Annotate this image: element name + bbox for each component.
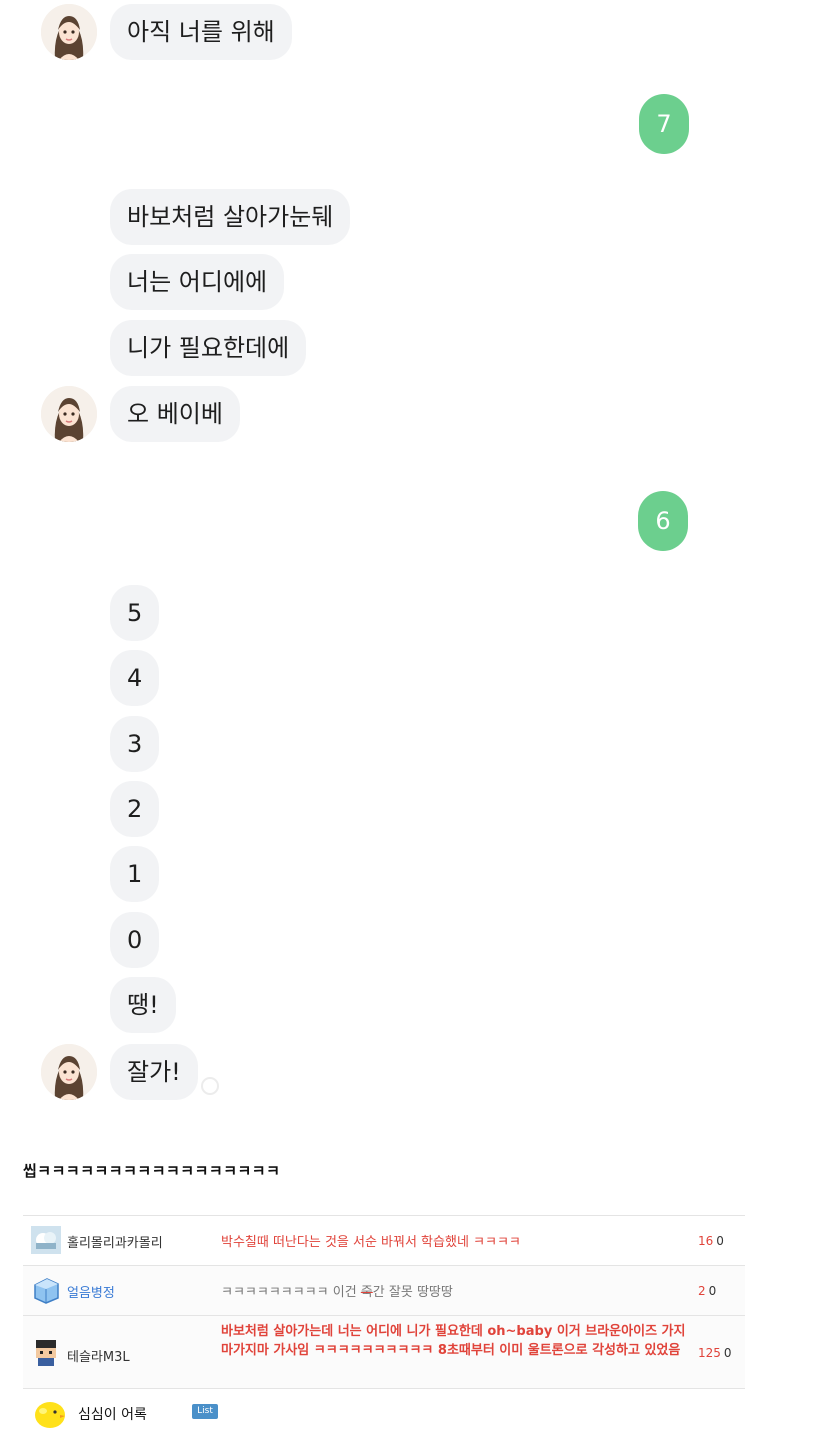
comment-count: 0 [716,1234,724,1248]
comment-count: 0 [708,1284,717,1298]
comment-list: 홀리몰리과카몰리 박수칠때 떠난다는 것을 서순 바꿔서 학습했네 ㅋㅋㅋㅋ 1… [23,1215,745,1389]
comment-text-part: 간 잘못 땅땅땅 [372,1285,453,1300]
list-badge[interactable]: List [192,1404,218,1419]
comment-score-value: 125 [698,1346,721,1360]
comment-row: 테슬라M3L 바보처럼 살아가는데 너는 어디에 니가 필요한데 oh~baby… [23,1315,745,1389]
comment-text-part: ㅋㅋㅋㅋㅋㅋㅋㅋㅋ 이건 [221,1285,361,1300]
comment-score: 16 0 [698,1234,724,1248]
bot-avatar[interactable] [41,386,97,442]
message-bubble: 잘가! [110,1044,198,1100]
post-caption: 씹ㅋㅋㅋㅋㅋㅋㅋㅋㅋㅋㅋㅋㅋㅋㅋㅋㅋ [23,1162,281,1180]
message-bubble: 바보처럼 살아가눈뒈 [110,189,351,245]
comment-score: 20 [698,1284,716,1298]
message-bubble: 땡! [110,977,176,1033]
comment-author[interactable]: 테슬라M3L [67,1346,130,1365]
bot-avatar[interactable] [41,1044,97,1100]
message-bubble: 2 [110,781,160,837]
comment-author[interactable]: 얼음병정 [67,1282,115,1301]
comment-text: 바보처럼 살아가는데 너는 어디에 니가 필요한데 oh~baby 이거 브라운… [221,1324,686,1358]
comment-row: 얼음병정 ㅋㅋㅋㅋㅋㅋㅋㅋㅋ 이건 죽간 잘못 땅땅땅 20 [23,1265,745,1315]
message-bubble: 오 베이베 [110,386,240,442]
board-link[interactable]: 심심이 어록 List [33,1397,333,1431]
board-link-label: 심심이 어록 [78,1407,147,1423]
message-bubble: 너는 어디에에 [110,254,285,310]
message-bubble: 0 [110,912,160,968]
my-message-bubble: 6 [638,491,688,551]
message-bubble: 아직 너를 위해 [110,4,292,60]
comment-text: 박수칠때 떠난다는 것을 서순 바꿔서 학습했네 ㅋㅋㅋㅋ [221,1235,521,1250]
bot-avatar[interactable] [41,4,97,60]
cloud-avatar-icon [31,1226,61,1254]
message-bubble: 1 [110,846,160,902]
comment-score-value: 16 [698,1234,714,1248]
comment-row: 홀리몰리과카몰리 박수칠때 떠난다는 것을 서순 바꿔서 학습했네 ㅋㅋㅋㅋ 1… [23,1215,745,1265]
comment-text: ㅋㅋㅋㅋㅋㅋㅋㅋㅋ 이건 죽간 잘못 땅땅땅 [221,1281,453,1300]
message-bubble: 3 [110,716,160,772]
chick-icon [35,1402,65,1428]
comment-author[interactable]: 홀리몰리과카몰리 [67,1232,163,1251]
ice-cube-icon [34,1278,59,1304]
my-message-bubble: 7 [639,94,689,154]
message-bubble: 4 [110,650,160,706]
comment-text-strike: 죽 [360,1285,373,1300]
message-bubble: 5 [110,585,160,641]
comment-count: 0 [723,1346,732,1360]
comment-score-value: 2 [698,1284,706,1298]
chat-conversation: 아직 너를 위해 7 바보처럼 살아가눈뒈 너는 어디에에 니가 필요한데에 오… [0,0,837,1110]
message-bubble: 니가 필요한데에 [110,320,307,376]
message-status-icon [201,1077,219,1095]
pixel-character-icon [36,1340,56,1366]
comment-score: 125 0 [698,1346,732,1360]
